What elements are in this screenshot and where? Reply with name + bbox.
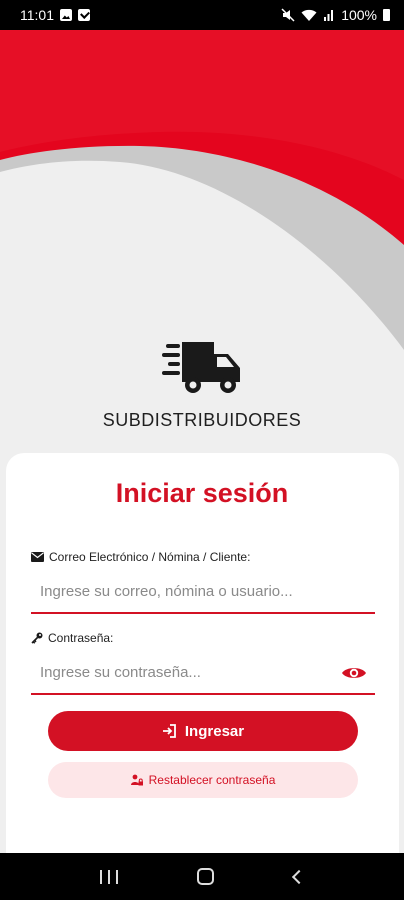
status-right: 100% xyxy=(281,7,390,23)
status-bar: 11:01 100% xyxy=(0,0,404,30)
status-left: 11:01 xyxy=(20,7,90,23)
wifi-icon xyxy=(301,9,317,21)
reset-password-button[interactable]: Restablecer contraseña xyxy=(48,762,358,798)
key-icon xyxy=(31,632,43,644)
fast-truck-icon xyxy=(162,342,240,393)
password-field xyxy=(31,651,375,695)
login-button-label: Ingresar xyxy=(184,722,245,740)
page-title: Iniciar sesión xyxy=(115,478,289,508)
envelope-icon xyxy=(31,552,44,562)
recents-icon[interactable] xyxy=(99,869,118,884)
user-input[interactable] xyxy=(31,570,375,612)
back-icon[interactable] xyxy=(292,869,307,884)
password-label-text: Contraseña: xyxy=(48,631,114,645)
signal-icon xyxy=(324,10,334,21)
mute-icon xyxy=(281,8,295,22)
navigation-bar xyxy=(0,853,404,900)
status-time: 11:01 xyxy=(20,7,54,23)
image-icon xyxy=(60,9,72,21)
battery-icon xyxy=(383,9,390,21)
home-icon[interactable] xyxy=(197,868,215,885)
check-icon xyxy=(78,9,90,21)
user-field-label: Correo Electrónico / Nómina / Cliente: xyxy=(31,550,250,564)
password-input[interactable] xyxy=(31,651,375,693)
eye-icon[interactable] xyxy=(341,665,367,681)
password-field-label: Contraseña: xyxy=(31,631,113,645)
reset-password-label: Restablecer contraseña xyxy=(148,773,276,787)
brand-name: SUBDISTRIBUIDORES xyxy=(102,410,302,430)
sign-in-icon xyxy=(162,724,176,738)
user-lock-icon xyxy=(130,774,143,786)
header-wave xyxy=(0,30,404,350)
user-field xyxy=(31,570,375,614)
battery-text: 100% xyxy=(341,7,377,23)
user-label-text: Correo Electrónico / Nómina / Cliente: xyxy=(49,550,251,564)
login-button[interactable]: Ingresar xyxy=(48,711,358,751)
